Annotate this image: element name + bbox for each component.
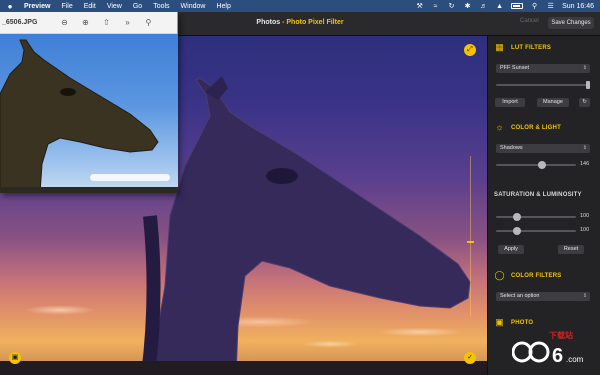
saturation-value: 100: [580, 213, 590, 219]
menu-window[interactable]: Window: [181, 3, 206, 10]
saturation-slider[interactable]: [496, 213, 576, 221]
chevron-updown-icon: ⇕: [582, 145, 587, 151]
lut-select[interactable]: PFF Sunset ⇕: [496, 64, 590, 73]
saturation-section-header[interactable]: SATURATION & LUMINOSITY: [494, 192, 582, 198]
sun-icon: ☼: [495, 122, 504, 132]
preview-image: [0, 34, 178, 193]
reset-button[interactable]: Reset: [558, 245, 584, 254]
clock[interactable]: Sun 16:46: [562, 3, 594, 10]
lut-section-header[interactable]: ▦ LUT FILTERS: [494, 42, 551, 53]
save-changes-button[interactable]: Save Changes: [548, 17, 594, 29]
luminosity-value: 100: [580, 227, 590, 233]
svg-text:.com: .com: [566, 355, 584, 364]
screen: ● Preview File Edit View Go Tools Window…: [0, 0, 600, 375]
airplay-icon[interactable]: ▲: [495, 3, 504, 10]
filter-panel: ▦ LUT FILTERS PFF Sunset ⇕ Import Manage…: [487, 36, 600, 375]
color-light-title: COLOR & LIGHT: [511, 124, 561, 131]
battery-icon[interactable]: [511, 3, 524, 9]
search-icon[interactable]: ⚲: [530, 3, 539, 10]
control-center-icon[interactable]: ☰: [546, 3, 555, 10]
palette-icon: ◯: [494, 270, 505, 280]
sync-icon[interactable]: ↻: [447, 3, 456, 10]
watermark: 6 .com 下载站: [512, 328, 596, 368]
share-icon[interactable]: ⇧: [99, 18, 113, 27]
luminosity-slider[interactable]: [496, 227, 576, 235]
preview-toolbar: _6506.JPG ⊖ ⊕ ⇧ » ⚲: [0, 12, 177, 34]
info-icon[interactable]: ✓: [464, 352, 476, 364]
title-extension: Photo Pixel Filter: [286, 19, 344, 26]
menu-edit[interactable]: Edit: [84, 3, 96, 10]
search-icon[interactable]: ⚲: [141, 18, 155, 27]
bluetooth-icon[interactable]: ✱: [463, 3, 472, 10]
wifi-icon[interactable]: ≈: [431, 3, 440, 10]
lut-title: LUT FILTERS: [511, 44, 552, 51]
lut-intensity-slider[interactable]: [496, 81, 590, 89]
apply-button[interactable]: Apply: [498, 245, 524, 254]
color-filters-title: COLOR FILTERS: [511, 272, 562, 279]
chevron-updown-icon: ⇕: [582, 293, 587, 299]
photo-section-header[interactable]: ▣ PHOTO: [494, 317, 533, 328]
zoom-out-icon[interactable]: ⊖: [57, 18, 71, 27]
menu-view[interactable]: View: [107, 3, 122, 10]
split-slider-knob[interactable]: [467, 241, 474, 243]
color-light-section-header[interactable]: ☼ COLOR & LIGHT: [494, 122, 561, 133]
horizon-trees: [0, 361, 487, 375]
image-compare-icon[interactable]: ▣: [9, 352, 21, 364]
giraffe-original: [0, 39, 159, 193]
manage-button[interactable]: Manage: [537, 98, 569, 107]
zoom-in-icon[interactable]: ⊕: [78, 18, 92, 27]
lut-intensity-thumb[interactable]: [586, 81, 590, 89]
color-filters-section-header[interactable]: ◯ COLOR FILTERS: [494, 270, 562, 281]
lut-icon: ▦: [495, 42, 504, 52]
menu-tools[interactable]: Tools: [153, 3, 169, 10]
luminosity-slider-thumb[interactable]: [512, 227, 521, 235]
saturation-title: SATURATION & LUMINOSITY: [494, 192, 582, 198]
shadows-value: 146: [580, 161, 590, 167]
lut-select-value: PFF Sunset: [500, 65, 530, 71]
tools-icon[interactable]: ⚒: [415, 3, 424, 10]
color-filters-select-value: Select an option: [500, 293, 540, 299]
photo-icon: ▣: [495, 317, 504, 327]
menu-file[interactable]: File: [61, 3, 72, 10]
apple-menu-icon[interactable]: ●: [6, 2, 14, 11]
preview-window: _6506.JPG ⊖ ⊕ ⇧ » ⚲: [0, 12, 178, 193]
menu-help[interactable]: Help: [216, 3, 230, 10]
shadows-slider[interactable]: [496, 161, 576, 169]
expand-icon[interactable]: ⤢: [464, 44, 476, 56]
title-app: Photos: [256, 19, 281, 26]
volume-icon[interactable]: ♬: [479, 3, 488, 10]
saturation-slider-thumb[interactable]: [512, 213, 521, 221]
preview-ground: [0, 187, 178, 193]
watermark-text: 下载站: [549, 331, 573, 340]
more-icon[interactable]: »: [120, 18, 134, 27]
menu-preview[interactable]: Preview: [24, 3, 50, 10]
preview-cloud: [90, 174, 170, 181]
color-filters-select[interactable]: Select an option ⇕: [496, 292, 590, 301]
preview-filename: _6506.JPG: [2, 19, 38, 26]
menu-go[interactable]: Go: [133, 3, 142, 10]
cancel-button[interactable]: Cancel: [520, 18, 539, 24]
import-button[interactable]: Import: [495, 98, 525, 107]
svg-text:6: 6: [552, 345, 563, 367]
split-slider[interactable]: [467, 156, 474, 316]
chevron-updown-icon: ⇕: [582, 65, 587, 71]
shadows-slider-thumb[interactable]: [537, 161, 546, 169]
status-area: ⚒ ≈ ↻ ✱ ♬ ▲ ⚲ ☰ Sun 16:46: [415, 3, 594, 10]
menu-bar: ● Preview File Edit View Go Tools Window…: [0, 0, 600, 12]
photo-title: PHOTO: [511, 319, 534, 326]
refresh-icon[interactable]: ↻: [579, 98, 590, 107]
color-light-select-value: Shadows: [500, 145, 523, 151]
color-light-select[interactable]: Shadows ⇕: [496, 144, 590, 153]
